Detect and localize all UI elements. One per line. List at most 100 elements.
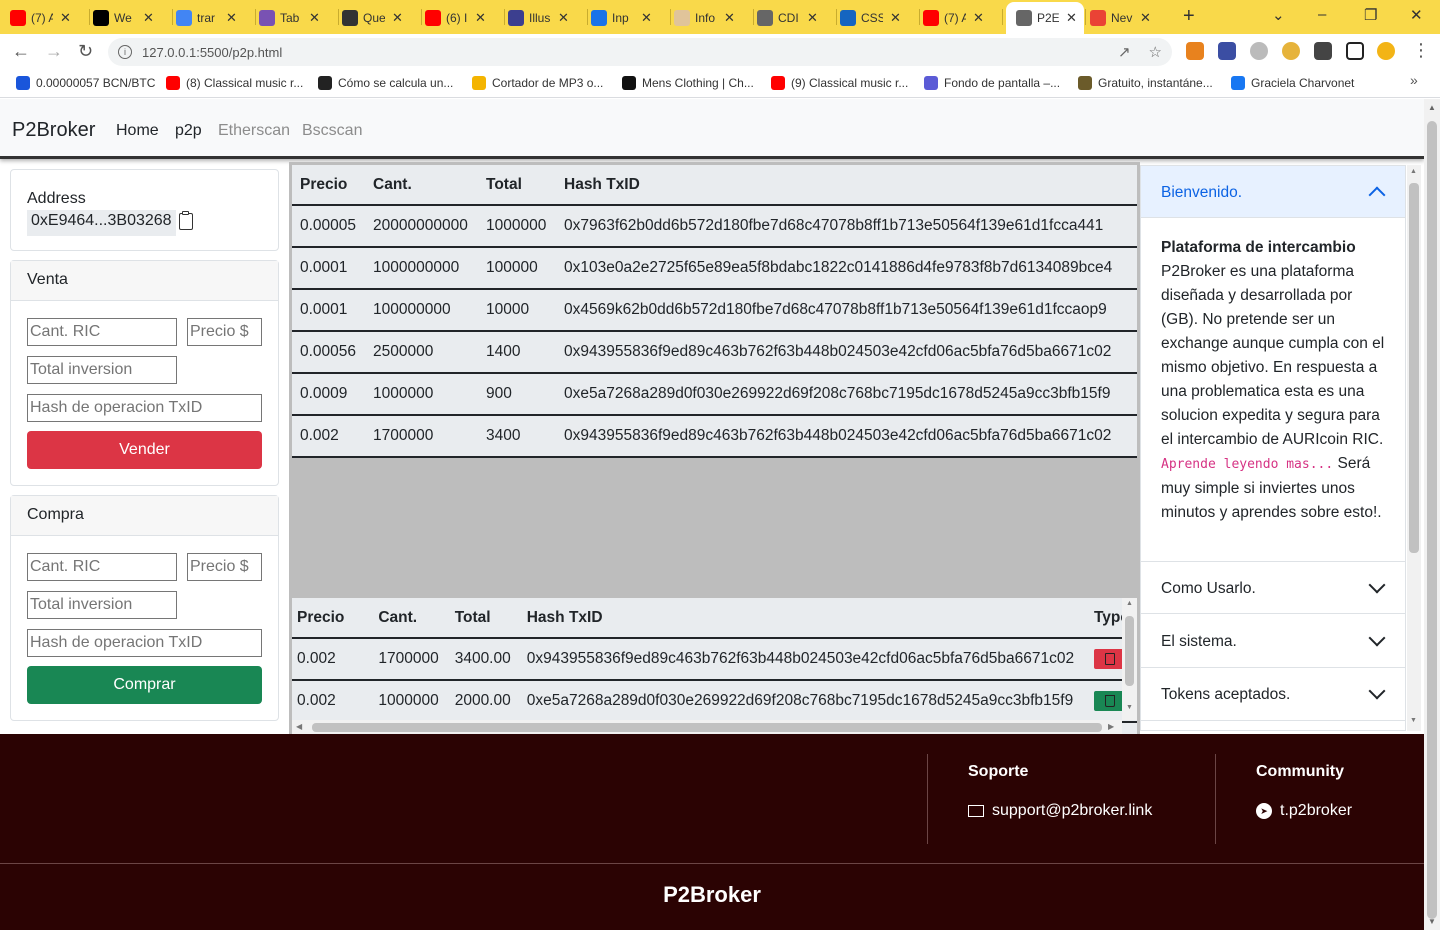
extension-icon[interactable] (1282, 42, 1300, 60)
metamask-extension-icon[interactable] (1186, 42, 1204, 60)
tab-close-icon[interactable]: ✕ (558, 10, 569, 26)
browser-tab[interactable]: Tab ✕ (259, 5, 332, 31)
globe-extension-icon[interactable] (1250, 42, 1268, 60)
nav-link-home[interactable]: Home (116, 122, 159, 140)
tab-search-icon[interactable]: ⌄ (1272, 6, 1285, 24)
site-info-icon[interactable]: i (118, 45, 132, 59)
sell-total-input[interactable] (27, 356, 177, 384)
tab-close-icon[interactable]: ✕ (807, 10, 818, 26)
tab-close-icon[interactable]: ✕ (641, 10, 652, 26)
sell-qty-input[interactable] (27, 318, 177, 346)
browser-tab[interactable]: CSS ✕ (840, 5, 913, 31)
support-email-link[interactable]: support@p2broker.link (968, 802, 1152, 820)
tab-close-icon[interactable]: ✕ (973, 10, 984, 26)
browser-tab[interactable]: Que ✕ (342, 5, 415, 31)
puzzle-extensions-icon[interactable] (1314, 42, 1332, 60)
order-row[interactable]: 0.0001 100000000 10000 0x4569k62b0dd6b572d1… (292, 289, 1137, 332)
bookmark-item[interactable]: Cómo se calcula un... (318, 76, 453, 90)
buy-hash-input[interactable] (27, 629, 262, 657)
tab-close-icon[interactable]: ✕ (60, 10, 71, 26)
order-row[interactable]: 0.00005 20000000000 1000000 0x7963f62b0dd6b… (292, 205, 1137, 248)
window-close-icon[interactable]: ✕ (1410, 6, 1423, 24)
order-row[interactable]: 0.00056 2500000 1400 0x943955836f9ed89c463b… (292, 331, 1137, 374)
restore-icon[interactable]: ❐ (1364, 6, 1377, 24)
bookmark-item[interactable]: Mens Clothing | Ch... (622, 76, 754, 90)
sell-button[interactable]: Vender (27, 431, 262, 469)
bookmark-favicon-icon (318, 76, 332, 90)
buy-price-input[interactable] (187, 553, 262, 581)
tab-title: We (114, 11, 132, 25)
profile-avatar-icon[interactable] (1377, 42, 1395, 60)
bookmark-item[interactable]: Fondo de pantalla –... (924, 76, 1060, 90)
back-icon[interactable]: ← (12, 41, 30, 62)
sell-price-input[interactable] (187, 318, 262, 346)
browser-tab[interactable]: Inp ✕ (591, 5, 664, 31)
order-row[interactable]: 0.002 1700000 3400 0x943955836f9ed89c463b76… (292, 415, 1137, 458)
bookmark-item[interactable]: Gratuito, instantáne... (1078, 76, 1213, 90)
browser-tab[interactable]: trar ✕ (176, 5, 249, 31)
browser-tab[interactable]: Info ✕ (674, 5, 747, 31)
buy-total-input[interactable] (27, 591, 177, 619)
accordion-item-como-usarlo[interactable]: Como Usarlo. (1141, 561, 1405, 614)
tab-close-icon[interactable]: ✕ (309, 10, 320, 26)
bookmark-item[interactable]: Graciela Charvonet (1231, 76, 1354, 90)
page-scrollbar[interactable]: ▲ ▼ (1424, 99, 1440, 930)
tab-favicon-icon (1016, 10, 1032, 26)
bookmark-star-icon[interactable]: ☆ (1149, 43, 1162, 61)
tab-close-icon[interactable]: ✕ (143, 10, 154, 26)
tab-close-icon[interactable]: ✕ (392, 10, 403, 26)
tab-close-icon[interactable]: ✕ (890, 10, 901, 26)
side-panel-icon[interactable] (1346, 42, 1364, 60)
bookmark-item[interactable]: (8) Classical music r... (166, 76, 303, 90)
browser-tab[interactable]: CDI ✕ (757, 5, 830, 31)
extension-icon[interactable] (1218, 42, 1236, 60)
bookmark-item[interactable]: Cortador de MP3 o... (472, 76, 603, 90)
nav-link-etherscan[interactable]: Etherscan (218, 122, 290, 140)
accordion-item-label: El sistema. (1161, 633, 1237, 650)
browser-tab[interactable]: (6) I ✕ (425, 5, 498, 31)
browser-tab[interactable]: P2E ✕ (1006, 2, 1084, 34)
bookmark-favicon-icon (1078, 76, 1092, 90)
share-icon[interactable]: ↗ (1118, 43, 1131, 61)
tab-favicon-icon (342, 10, 358, 26)
browser-tab[interactable]: We ✕ (93, 5, 166, 31)
buy-qty-input[interactable] (27, 553, 177, 581)
reload-icon[interactable]: ↻ (78, 41, 93, 62)
browser-tab[interactable]: Nev ✕ (1090, 5, 1163, 31)
more-bookmarks-icon[interactable]: » (1410, 72, 1418, 88)
bookmark-item[interactable]: (9) Classical music r... (771, 76, 908, 90)
accordion-item-tokens[interactable]: Tokens aceptados. (1141, 668, 1405, 721)
browser-tab[interactable]: (7) A ✕ (10, 5, 83, 31)
browser-tab[interactable]: (7) A ✕ (923, 5, 996, 31)
history-row[interactable]: 0.002 1700000 3400.00 0x943955836f9ed89c463… (292, 638, 1137, 681)
tab-close-icon[interactable]: ✕ (1140, 10, 1151, 26)
accordion-header-bienvenido[interactable]: Bienvenido. (1141, 166, 1405, 218)
read-more-code[interactable]: Aprende leyendo mas... (1161, 457, 1333, 472)
sell-hash-input[interactable] (27, 394, 262, 422)
browser-tab[interactable]: Illus ✕ (508, 5, 581, 31)
accordion-item-el-sistema[interactable]: El sistema. (1141, 615, 1405, 668)
history-vertical-scrollbar[interactable]: ▲ ▼ (1122, 598, 1137, 720)
nav-link-bscscan[interactable]: Bscscan (302, 122, 362, 140)
tab-close-icon[interactable]: ✕ (475, 10, 486, 26)
order-row[interactable]: 0.0001 1000000000 100000 0x103e0a2e2725f65e… (292, 247, 1137, 290)
url-field[interactable]: i 127.0.0.1:5500/p2p.html ↗ ☆ (108, 38, 1172, 66)
tab-close-icon[interactable]: ✕ (1066, 10, 1077, 26)
telegram-link[interactable]: ➤ t.p2broker (1256, 802, 1352, 820)
accordion-scrollbar[interactable]: ▲ ▼ (1407, 165, 1421, 731)
menu-kebab-icon[interactable]: ⋮ (1412, 40, 1430, 61)
history-horizontal-scrollbar[interactable]: ◀ ▶ (292, 720, 1122, 734)
minimize-icon[interactable]: – (1318, 6, 1326, 23)
nav-link-p2p[interactable]: p2p (175, 122, 202, 140)
copy-clipboard-icon[interactable] (179, 211, 193, 230)
history-row[interactable]: 0.002 1000000 2000.00 0xe5a7268a289d0f030e2… (292, 680, 1137, 723)
tab-close-icon[interactable]: ✕ (226, 10, 237, 26)
bookmark-item[interactable]: 0.00000057 BCN/BTC (16, 76, 155, 90)
forward-icon[interactable]: → (45, 41, 63, 62)
new-tab-icon[interactable]: + (1183, 5, 1195, 28)
buy-button[interactable]: Comprar (27, 666, 262, 704)
order-row[interactable]: 0.0009 1000000 900 0xe5a7268a289d0f030e2699… (292, 373, 1137, 416)
tab-close-icon[interactable]: ✕ (724, 10, 735, 26)
order-cell: 0x103e0a2e2725f65e89ea5f8bdabc1822c01418… (556, 247, 1137, 290)
brand-logo[interactable]: P2Broker (12, 119, 95, 142)
